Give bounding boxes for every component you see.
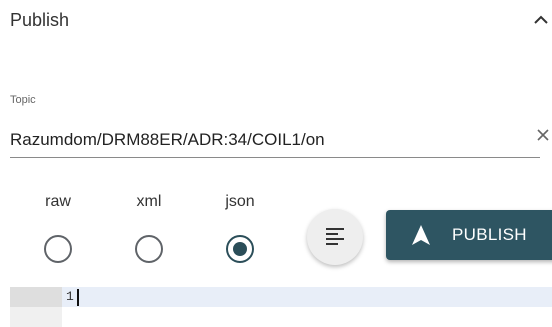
panel-title: Publish [10, 10, 70, 30]
radio-raw-label: raw [45, 193, 71, 210]
radio-json-circle[interactable] [226, 235, 254, 263]
publish-label: PUBLISH [452, 225, 527, 244]
publish-button[interactable]: PUBLISH [386, 210, 552, 260]
radio-xml[interactable]: xml [121, 193, 177, 263]
payload-editor[interactable]: 1 [10, 287, 552, 327]
radio-json-label: json [225, 193, 255, 210]
radio-raw-circle[interactable] [44, 235, 72, 263]
editor-active-line [10, 287, 552, 307]
format-button[interactable] [307, 209, 363, 265]
topic-label: Topic [10, 94, 36, 106]
publish-panel: Publish Topic raw xml json [0, 0, 552, 327]
gutter-active-line [10, 287, 62, 307]
clear-icon[interactable] [536, 128, 550, 142]
format-align-icon [326, 228, 344, 245]
radio-raw[interactable]: raw [30, 193, 86, 263]
radio-xml-label: xml [136, 193, 162, 210]
navigation-arrow-icon [412, 225, 430, 245]
chevron-up-icon[interactable] [533, 12, 549, 28]
radio-json[interactable]: json [212, 193, 268, 263]
radio-xml-circle[interactable] [135, 235, 163, 263]
line-number: 1 [66, 289, 74, 304]
topic-input[interactable] [10, 116, 540, 158]
text-cursor [77, 289, 79, 306]
